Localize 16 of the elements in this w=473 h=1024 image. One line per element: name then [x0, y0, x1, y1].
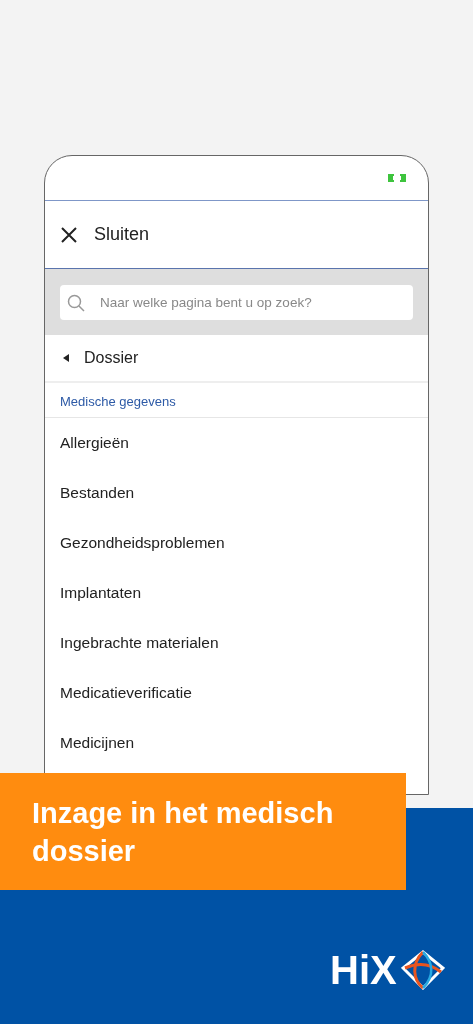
battery-icon: [388, 174, 406, 182]
menu-item[interactable]: Implantaten: [45, 568, 428, 618]
menu-item[interactable]: Gezondheidsproblemen: [45, 518, 428, 568]
menu-item[interactable]: Medicatieverificatie: [45, 668, 428, 718]
section-heading: Medische gegevens: [45, 383, 428, 418]
caret-icon: [63, 354, 69, 362]
menu-item[interactable]: Allergieën: [45, 418, 428, 468]
close-icon: [61, 226, 77, 243]
close-button[interactable]: Sluiten: [61, 224, 150, 245]
diamond-logo-icon: [400, 950, 445, 990]
menu-item[interactable]: Ingebrachte materialen: [45, 618, 428, 668]
menu-item[interactable]: Bestanden: [45, 468, 428, 518]
search-field[interactable]: Naar welke pagina bent u op zoek?: [60, 284, 413, 320]
banner-title: Inzage in het medisch dossier: [32, 795, 335, 869]
menu-item[interactable]: Medicijnen: [45, 718, 428, 768]
logo-text: HiX: [330, 948, 397, 992]
